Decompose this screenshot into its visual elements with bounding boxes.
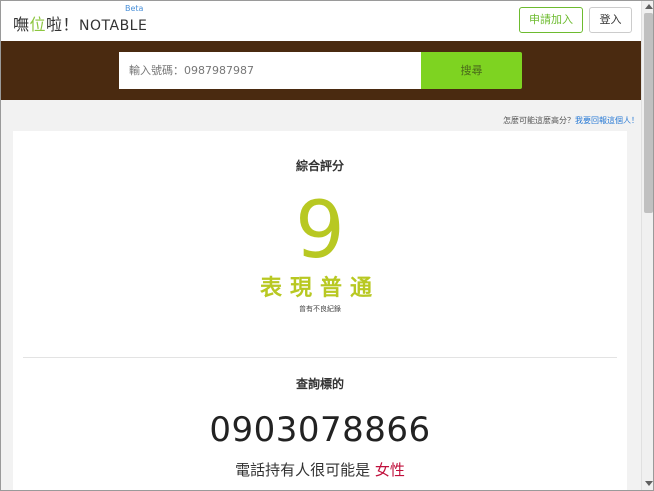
report-helper: 怎麼可能這麼高分？我要回報這個人！ <box>503 115 639 126</box>
logo-text-accent: 位 <box>29 15 47 34</box>
owner-guess: 電話持有人很可能是 女性 <box>13 459 627 480</box>
report-link[interactable]: 我要回報這個人！ <box>575 116 639 125</box>
phone-search-input[interactable]: 輸入號碼：0987987987 <box>119 52 421 89</box>
score-value: 9 <box>295 186 345 276</box>
report-question: 怎麼可能這麼高分？ <box>503 116 575 125</box>
search-band: 輸入號碼：0987987987 搜尋 <box>1 41 641 100</box>
scroll-thumb[interactable] <box>644 13 653 213</box>
queried-phone-number: 0903078866 <box>209 410 431 450</box>
search-button[interactable]: 搜尋 <box>421 52 522 89</box>
score-title: 綜合評分 <box>295 159 344 173</box>
result-card: 綜合評分 9 表現普通 曾有不良紀錄 查詢標的 0903078866 電話持有人… <box>13 131 627 490</box>
section-divider <box>23 357 617 358</box>
logo-text-part2: 啦！ <box>46 15 80 34</box>
apply-button[interactable]: 申請加入 <box>519 7 583 33</box>
vertical-scrollbar[interactable] <box>641 1 653 490</box>
top-header: 嘸位啦！NOTABLE Beta 申請加入 登入 <box>1 1 641 41</box>
score-note: 曾有不良紀錄 <box>299 305 341 313</box>
logo-text-part1: 嘸 <box>13 15 30 34</box>
target-title: 查詢標的 <box>295 377 344 391</box>
login-button[interactable]: 登入 <box>589 7 632 33</box>
browser-frame: 嘸位啦！NOTABLE Beta 申請加入 登入 輸入號碼：0987987987… <box>0 0 654 491</box>
beta-badge: Beta <box>125 4 144 13</box>
owner-guess-prefix: 電話持有人很可能是 <box>235 461 375 479</box>
scroll-up-arrow-icon[interactable] <box>645 4 653 9</box>
scroll-down-arrow-icon[interactable] <box>645 481 653 486</box>
score-label: 表現普通 <box>259 276 380 301</box>
owner-gender: 女性 <box>374 461 405 479</box>
site-logo[interactable]: 嘸位啦！NOTABLE <box>13 11 147 35</box>
logo-text-latin: NOTABLE <box>79 18 148 34</box>
